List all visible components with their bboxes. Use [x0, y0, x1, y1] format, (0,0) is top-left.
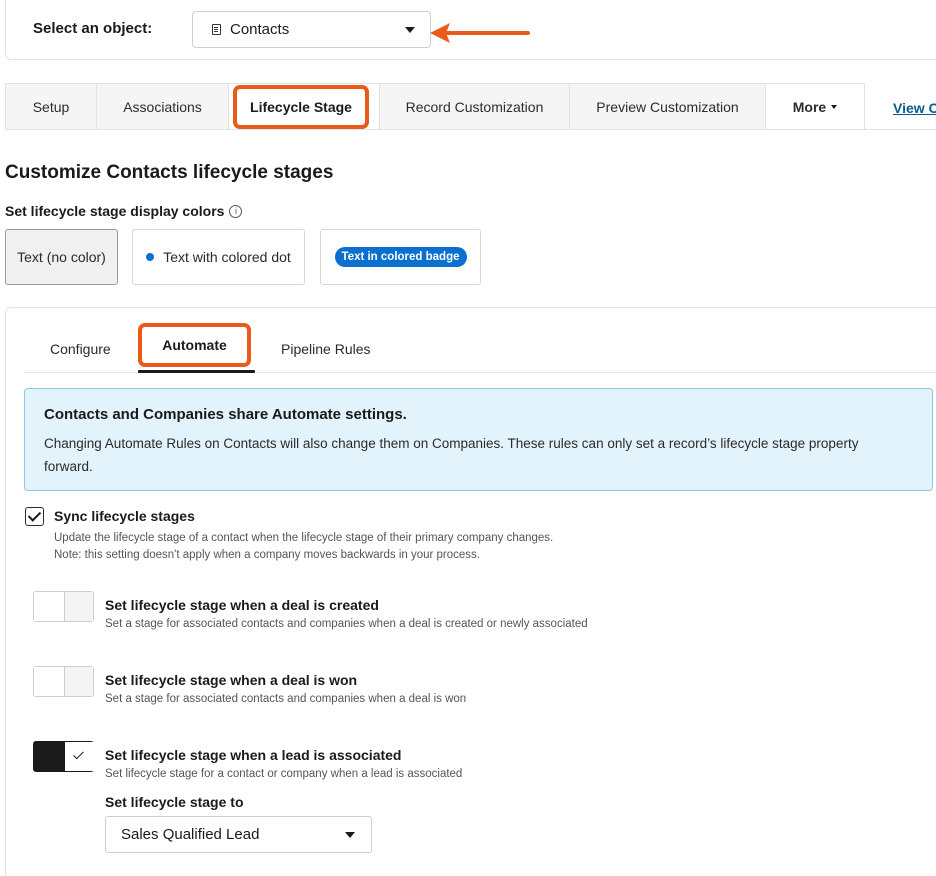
automation-title: Set lifecycle stage when a deal is won [105, 672, 358, 688]
subtab-label: Automate [162, 337, 227, 353]
automation-description: Set lifecycle stage for a contact or com… [105, 768, 463, 780]
object-select-dropdown[interactable]: Contacts [192, 11, 431, 48]
document-icon [212, 24, 221, 35]
automation-description: Set a stage for associated contacts and … [105, 618, 588, 630]
stage-to-value: Sales Qualified Lead [121, 826, 260, 843]
caret-down-icon [831, 104, 838, 109]
tab-label: Setup [32, 98, 70, 115]
sync-desc-line: Update the lifecycle stage of a contact … [54, 532, 554, 544]
sync-title: Sync lifecycle stages [54, 508, 195, 524]
stage-to-dropdown[interactable]: Sales Qualified Lead [105, 816, 372, 853]
tab-more[interactable]: More [765, 83, 865, 130]
toggle-deal-created[interactable] [33, 591, 94, 622]
checkmark-icon [65, 742, 94, 771]
active-subtab-indicator [138, 370, 255, 373]
tab-preview-customization[interactable]: Preview Customization [569, 83, 765, 130]
color-option-badge: Text in colored badge [334, 247, 467, 267]
toggle-deal-won[interactable] [33, 666, 94, 697]
toggle-track [34, 742, 65, 771]
color-option-label: Text with colored dot [163, 249, 291, 265]
sync-desc-line: Note: this setting doesn't apply when a … [54, 549, 480, 561]
tab-setup[interactable]: Setup [5, 83, 96, 130]
automation-title: Set lifecycle stage when a deal is creat… [105, 597, 379, 613]
object-select-value: Contacts [230, 21, 290, 38]
alert-title: Contacts and Companies share Automate se… [44, 406, 407, 423]
toggle-lead-associated[interactable] [33, 741, 94, 772]
view-link[interactable]: View C [893, 100, 936, 116]
dot-icon [146, 253, 155, 261]
tab-label: Preview Customization [596, 98, 739, 115]
alert-body: Changing Automate Rules on Contacts will… [44, 436, 859, 474]
tabs-divider [5, 129, 936, 130]
tab-record-customization[interactable]: Record Customization [379, 83, 569, 130]
chevron-down-icon [405, 27, 415, 33]
automation-description: Set a stage for associated contacts and … [105, 693, 467, 705]
subtab-pipeline-rules[interactable]: Pipeline Rules [281, 341, 371, 357]
display-colors-label-text: Set lifecycle stage display colors [5, 203, 225, 219]
toggle-knob [34, 667, 65, 696]
tab-label: Record Customization [405, 98, 544, 115]
page-title: Customize Contacts lifecycle stages [5, 162, 334, 183]
color-option-no-color[interactable]: Text (no color) [5, 229, 118, 285]
automation-title: Set lifecycle stage when a lead is assoc… [105, 747, 402, 763]
tab-label: Lifecycle Stage [250, 99, 352, 115]
tab-label: Associations [123, 98, 202, 115]
toggle-knob [34, 592, 65, 621]
tab-lifecycle-stage[interactable]: Lifecycle Stage [233, 85, 369, 129]
object-selector-label: Select an object: [33, 20, 153, 37]
display-colors-label: Set lifecycle stage display colors i [5, 203, 243, 219]
stage-to-label: Set lifecycle stage to [105, 794, 244, 810]
toggle-track [65, 592, 93, 621]
object-tabs: Setup Associations Record Customization … [5, 83, 865, 130]
color-option-label: Text (no color) [17, 249, 106, 265]
info-icon[interactable]: i [229, 204, 243, 218]
chevron-down-icon [345, 832, 355, 838]
sync-description: Update the lifecycle stage of a contact … [54, 530, 553, 564]
sync-lifecycle-checkbox[interactable] [25, 507, 44, 526]
subtab-configure[interactable]: Configure [50, 341, 111, 357]
tab-associations[interactable]: Associations [96, 83, 228, 130]
shared-settings-alert: Contacts and Companies share Automate se… [24, 388, 933, 491]
color-option-colored-dot[interactable]: Text with colored dot [132, 229, 305, 285]
tab-label: More [792, 98, 827, 115]
toggle-track [65, 667, 93, 696]
annotation-arrow-icon [430, 23, 530, 43]
subtab-automate[interactable]: Automate [138, 323, 251, 367]
color-option-colored-badge[interactable]: Text in colored badge [320, 229, 481, 285]
